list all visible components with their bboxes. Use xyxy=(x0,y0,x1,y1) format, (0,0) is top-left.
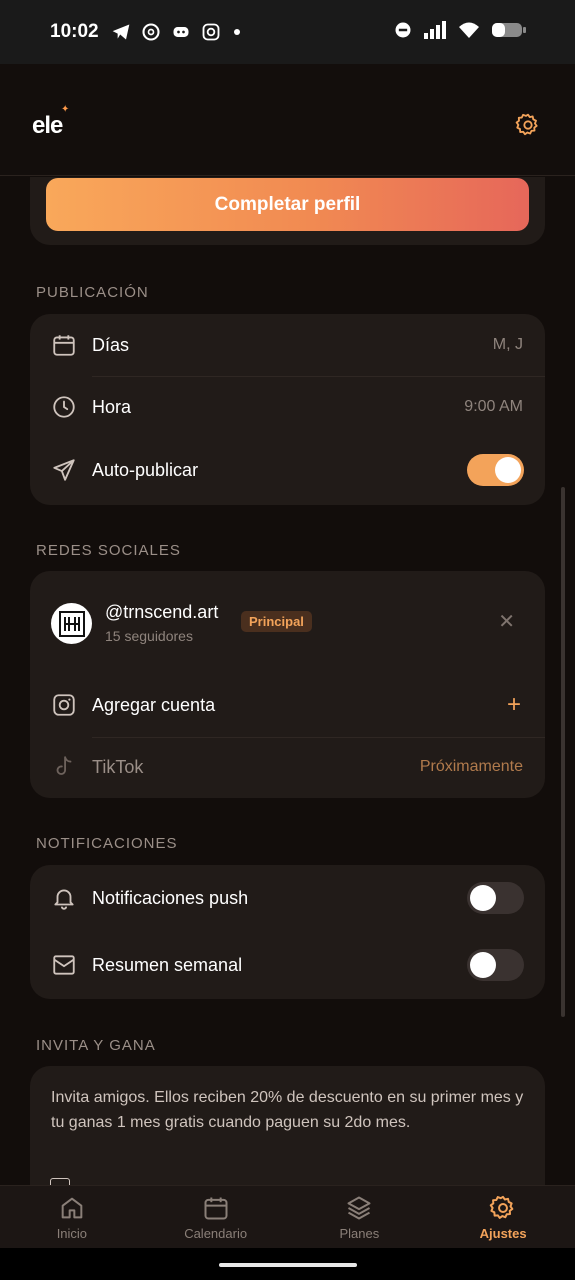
status-bar: 10:02 xyxy=(0,0,575,64)
calendar-icon xyxy=(50,331,78,359)
add-account-row[interactable]: Agregar cuenta + xyxy=(30,674,545,736)
weekly-row: Resumen semanal xyxy=(30,934,545,996)
hora-value: 9:00 AM xyxy=(464,398,523,415)
app-header: ele ✦ xyxy=(0,64,575,176)
gear-icon xyxy=(515,113,538,136)
plus-icon[interactable]: + xyxy=(507,691,521,719)
tab-label: Calendario xyxy=(184,1225,248,1241)
section-title-redes: REDES SOCIALES xyxy=(36,542,181,559)
tab-inicio[interactable]: Inicio xyxy=(0,1186,144,1248)
complete-profile-button[interactable]: Completar perfil xyxy=(46,178,529,231)
tiktok-status: Próximamente xyxy=(419,758,523,775)
home-indicator[interactable] xyxy=(219,1263,357,1267)
instagram-icon xyxy=(50,691,78,719)
notification-icons xyxy=(111,22,243,42)
tab-calendario[interactable]: Calendario xyxy=(144,1186,288,1248)
wifi-icon xyxy=(459,22,479,38)
dnd-icon xyxy=(395,22,411,38)
push-toggle[interactable] xyxy=(467,882,524,914)
section-title-invita: INVITA Y GANA xyxy=(36,1037,156,1054)
account-row[interactable]: @trnscend.art 15 seguidores Principal ✕ xyxy=(30,571,545,671)
signal-icon xyxy=(424,21,446,39)
invite-row-partial[interactable] xyxy=(50,1178,70,1185)
weekly-toggle[interactable] xyxy=(467,949,524,981)
principal-badge: Principal xyxy=(241,611,312,632)
publicacion-card: Días M, J Hora 9:00 AM Auto-publicar xyxy=(30,314,545,505)
tab-ajustes[interactable]: Ajustes xyxy=(431,1186,575,1248)
battery-icon xyxy=(492,23,526,37)
mail-icon xyxy=(50,951,78,979)
clock-icon xyxy=(50,393,78,421)
toggle-knob xyxy=(470,885,496,911)
redes-card: @trnscend.art 15 seguidores Principal ✕ … xyxy=(30,571,545,798)
invite-description: Invita amigos. Ellos reciben 20% de desc… xyxy=(51,1089,524,1131)
layers-icon xyxy=(347,1196,371,1219)
instagram-icon xyxy=(202,23,220,41)
gear-icon xyxy=(489,1195,514,1219)
notificaciones-card: Notificaciones push Resumen semanal xyxy=(30,865,545,999)
calendar-icon xyxy=(204,1197,228,1219)
tab-label: Ajustes xyxy=(479,1225,527,1241)
account-logo-icon xyxy=(58,610,85,637)
app-logo: ele ✦ xyxy=(32,104,69,139)
bottom-tab-bar: Inicio Calendario Planes Ajustes xyxy=(0,1185,575,1248)
section-title-notificaciones: NOTIFICACIONES xyxy=(36,835,178,852)
dias-value: M, J xyxy=(492,336,523,353)
bell-icon xyxy=(50,884,78,912)
section-title-publicacion: PUBLICACIÓN xyxy=(36,284,149,301)
dias-label: Días xyxy=(92,334,130,355)
avatar xyxy=(51,603,92,644)
auto-publish-row: Auto-publicar xyxy=(30,439,545,501)
profile-card: Completar perfil xyxy=(30,177,545,245)
tiktok-row: TikTok Próximamente xyxy=(30,736,545,798)
tab-planes[interactable]: Planes xyxy=(288,1186,432,1248)
push-label: Notificaciones push xyxy=(92,887,249,908)
send-icon xyxy=(50,456,78,484)
system-icons xyxy=(393,20,527,40)
invita-card: Invita amigos. Ellos reciben 20% de desc… xyxy=(30,1066,545,1185)
weekly-label: Resumen semanal xyxy=(92,954,243,975)
tab-label: Planes xyxy=(339,1225,380,1241)
threads-icon xyxy=(142,23,160,41)
dot-icon xyxy=(233,29,240,35)
home-icon xyxy=(61,1197,83,1218)
settings-scroll-area[interactable]: Completar perfil PUBLICACIÓN Días M, J H… xyxy=(0,177,575,1185)
hora-row[interactable]: Hora 9:00 AM xyxy=(30,376,545,438)
tab-label: Inicio xyxy=(56,1225,88,1241)
auto-publish-label: Auto-publicar xyxy=(92,459,199,480)
sparkle-icon: ✦ xyxy=(60,104,69,115)
remove-account-button[interactable]: ✕ xyxy=(498,609,515,634)
status-time: 10:02 xyxy=(50,21,99,42)
account-followers: 15 seguidores xyxy=(105,628,193,644)
toggle-knob xyxy=(495,457,521,483)
telegram-icon xyxy=(112,24,129,40)
settings-gear-button[interactable] xyxy=(515,112,541,143)
scrollbar[interactable] xyxy=(561,487,565,1017)
hora-label: Hora xyxy=(92,396,132,417)
add-account-label: Agregar cuenta xyxy=(92,694,216,715)
account-handle: @trnscend.art xyxy=(105,602,219,622)
tiktok-icon xyxy=(50,753,78,781)
dias-row[interactable]: Días M, J xyxy=(30,314,545,376)
discord-icon xyxy=(173,27,189,37)
push-row: Notificaciones push xyxy=(30,867,545,929)
toggle-knob xyxy=(470,952,496,978)
tiktok-label: TikTok xyxy=(92,756,144,777)
auto-publish-toggle[interactable] xyxy=(467,454,524,486)
